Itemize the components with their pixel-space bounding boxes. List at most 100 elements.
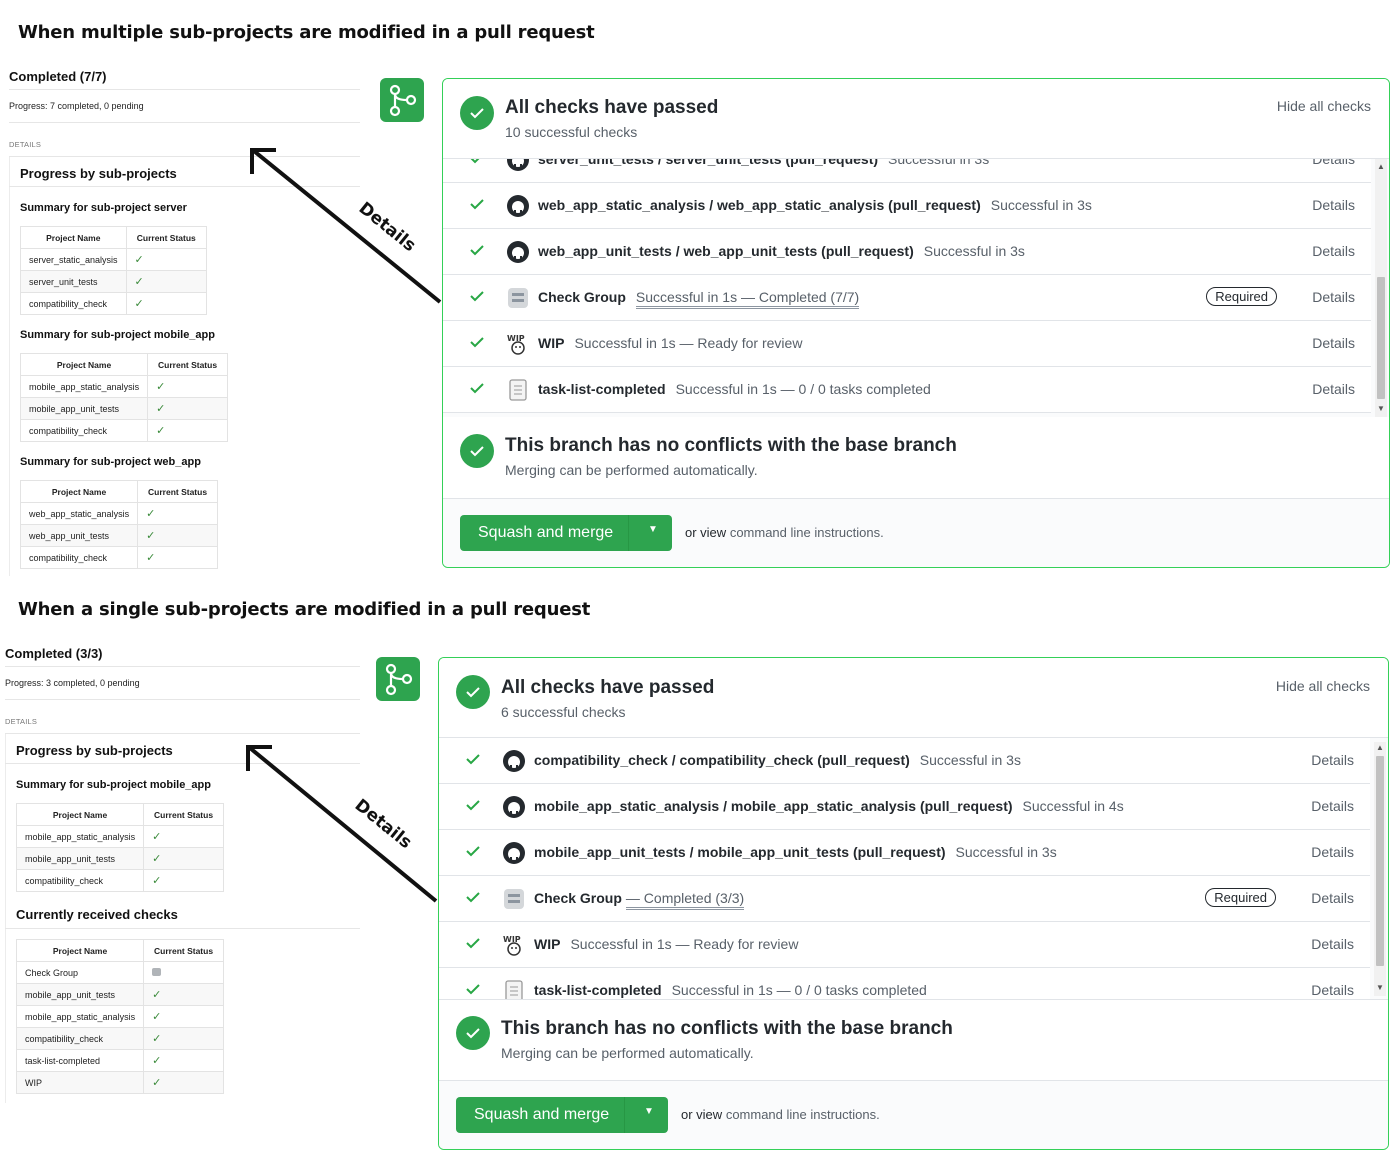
scroll-down-icon[interactable]: ▼ — [1376, 984, 1384, 992]
check-row[interactable]: web_app_unit_tests / web_app_unit_tests … — [443, 229, 1371, 275]
checks-header: All checks have passed 10 successful che… — [443, 79, 1389, 159]
scrollbar-thumb[interactable] — [1376, 756, 1384, 966]
check-status: Successful in 3s — [923, 243, 1025, 259]
check-icon — [469, 159, 485, 171]
check-status: Successful in 3s — [888, 159, 990, 167]
check-row[interactable]: server_unit_tests / server_unit_tests (p… — [443, 159, 1371, 183]
scrollbar-thumb[interactable] — [1377, 277, 1385, 399]
required-badge: Required — [1205, 888, 1276, 907]
check-icon — [469, 334, 485, 355]
check-icon: ✓ — [156, 381, 166, 393]
check-row[interactable]: WIP WIP Successful in 1s — Ready for revi… — [443, 321, 1371, 367]
check-row[interactable]: mobile_app_static_analysis / mobile_app_… — [439, 784, 1370, 830]
check-row[interactable]: compatibility_check / compatibility_chec… — [439, 738, 1370, 784]
check-row[interactable]: Check Group Successful in 1s — Completed … — [443, 275, 1371, 321]
success-icon — [456, 1016, 490, 1050]
scroll-down-icon[interactable]: ▼ — [1377, 405, 1385, 413]
check-icon — [465, 981, 481, 999]
git-branch-icon — [376, 657, 420, 701]
hide-all-checks-link[interactable]: Hide all checks — [1276, 678, 1370, 694]
details-link[interactable]: Details — [1311, 798, 1354, 814]
check-status: Successful in 4s — [1022, 798, 1124, 814]
details-link[interactable]: Details — [1311, 982, 1354, 998]
check-group-icon — [502, 887, 526, 911]
project-name: web_app_unit_tests — [19, 524, 139, 547]
check-row[interactable]: task-list-completed Successful in 1s — 0 … — [439, 968, 1370, 999]
scrollbar[interactable]: ▲ ▼ — [1374, 742, 1386, 996]
project-name: compatibility_check — [19, 546, 139, 569]
details-link[interactable]: Details — [1311, 936, 1354, 952]
completed-title: Completed (3/3) — [5, 646, 103, 661]
details-link[interactable]: Details — [1311, 890, 1354, 906]
check-status: Successful in 1s — 0 / 0 tasks completed — [675, 381, 931, 397]
merge-label: Squash and merge — [478, 524, 614, 541]
table-row: mobile_app_static_analysis ✓ — [15, 1005, 224, 1028]
check-status: Successful in 3s — [990, 197, 1092, 213]
check-row[interactable]: Check Group — Completed (3/3) Required De… — [439, 876, 1370, 922]
details-link[interactable]: Details — [1312, 197, 1355, 213]
command-line-link[interactable]: command line instructions. — [730, 525, 884, 540]
col-header: Project Name — [15, 939, 145, 962]
divider — [9, 122, 360, 123]
project-name: mobile_app_unit_tests — [15, 983, 145, 1006]
table-row: web_app_static_analysis ✓ — [19, 502, 218, 525]
divider — [9, 89, 360, 90]
check-row[interactable]: web_app_static_analysis / web_app_static… — [443, 183, 1371, 229]
check-icon: ✓ — [134, 276, 144, 288]
scroll-up-icon[interactable]: ▲ — [1376, 744, 1384, 752]
details-link[interactable]: Details — [1311, 752, 1354, 768]
table-row: mobile_app_unit_tests ✓ — [15, 847, 224, 870]
details-link[interactable]: Details — [1312, 381, 1355, 397]
github-icon — [502, 795, 526, 819]
status-table: Project Name Current Status web_app_stati… — [19, 480, 218, 569]
github-icon — [506, 194, 530, 218]
project-name: mobile_app_unit_tests — [15, 847, 145, 870]
details-link[interactable]: Details — [1312, 243, 1355, 259]
check-icon: ✓ — [146, 530, 156, 542]
scrollbar[interactable]: ▲ ▼ — [1375, 159, 1387, 417]
caret-down-icon[interactable]: ▼ — [644, 1106, 654, 1117]
col-header: Current Status — [125, 226, 208, 249]
table-row: mobile_app_static_analysis ✓ — [19, 375, 228, 398]
details-link[interactable]: Details — [1312, 289, 1355, 305]
table-row: compatibility_check ✓ — [20, 292, 208, 315]
check-icon: ✓ — [152, 875, 162, 887]
details-link[interactable]: Details — [1312, 335, 1355, 351]
project-name: mobile_app_unit_tests — [19, 397, 149, 420]
status-table: Project Name Current Status Check Group m… — [15, 939, 224, 1094]
check-icon — [469, 196, 485, 217]
caret-down-icon[interactable]: ▼ — [648, 524, 658, 535]
squash-and-merge-button[interactable]: Squash and merge ▼ — [456, 1097, 668, 1133]
check-row[interactable]: task-list-completed Successful in 1s — 0 … — [443, 367, 1371, 413]
check-icon: ✓ — [134, 254, 144, 266]
or-view-text: or view — [685, 525, 727, 540]
check-row[interactable]: mobile_app_unit_tests / mobile_app_unit_… — [439, 830, 1370, 876]
checks-title: All checks have passed — [501, 677, 715, 698]
details-link[interactable]: Details — [1312, 159, 1355, 167]
command-line-link[interactable]: command line instructions. — [726, 1107, 880, 1122]
section-title: When multiple sub-projects are modified … — [18, 22, 595, 43]
check-icon — [465, 751, 481, 772]
check-icon: ✓ — [134, 298, 144, 310]
col-header: Current Status — [137, 480, 218, 503]
scroll-up-icon[interactable]: ▲ — [1377, 163, 1385, 171]
check-icon: ✓ — [146, 552, 156, 564]
progress-heading: Progress by sub-projects — [20, 166, 177, 181]
project-name: task-list-completed — [15, 1049, 145, 1072]
table-row: mobile_app_unit_tests ✓ — [15, 983, 224, 1006]
table-row: server_unit_tests ✓ — [20, 270, 208, 293]
check-name: WIP — [538, 335, 565, 351]
squash-and-merge-button[interactable]: Squash and merge ▼ — [460, 515, 672, 551]
check-name: web_app_static_analysis / web_app_static… — [538, 197, 981, 213]
check-name: Check Group — [534, 890, 622, 906]
hide-all-checks-link[interactable]: Hide all checks — [1277, 98, 1371, 114]
github-icon — [502, 841, 526, 865]
check-row[interactable]: WIP WIP Successful in 1s — Ready for revi… — [439, 922, 1370, 968]
table-row: compatibility_check ✓ — [15, 869, 224, 892]
details-link[interactable]: Details — [1311, 844, 1354, 860]
task-list-icon — [502, 979, 526, 999]
check-name: compatibility_check / compatibility_chec… — [534, 752, 910, 768]
checks-list[interactable]: compatibility_check / compatibility_chec… — [439, 738, 1388, 999]
no-conflicts-subtitle: Merging can be performed automatically. — [501, 1045, 754, 1061]
table-row: Check Group — [15, 961, 224, 984]
